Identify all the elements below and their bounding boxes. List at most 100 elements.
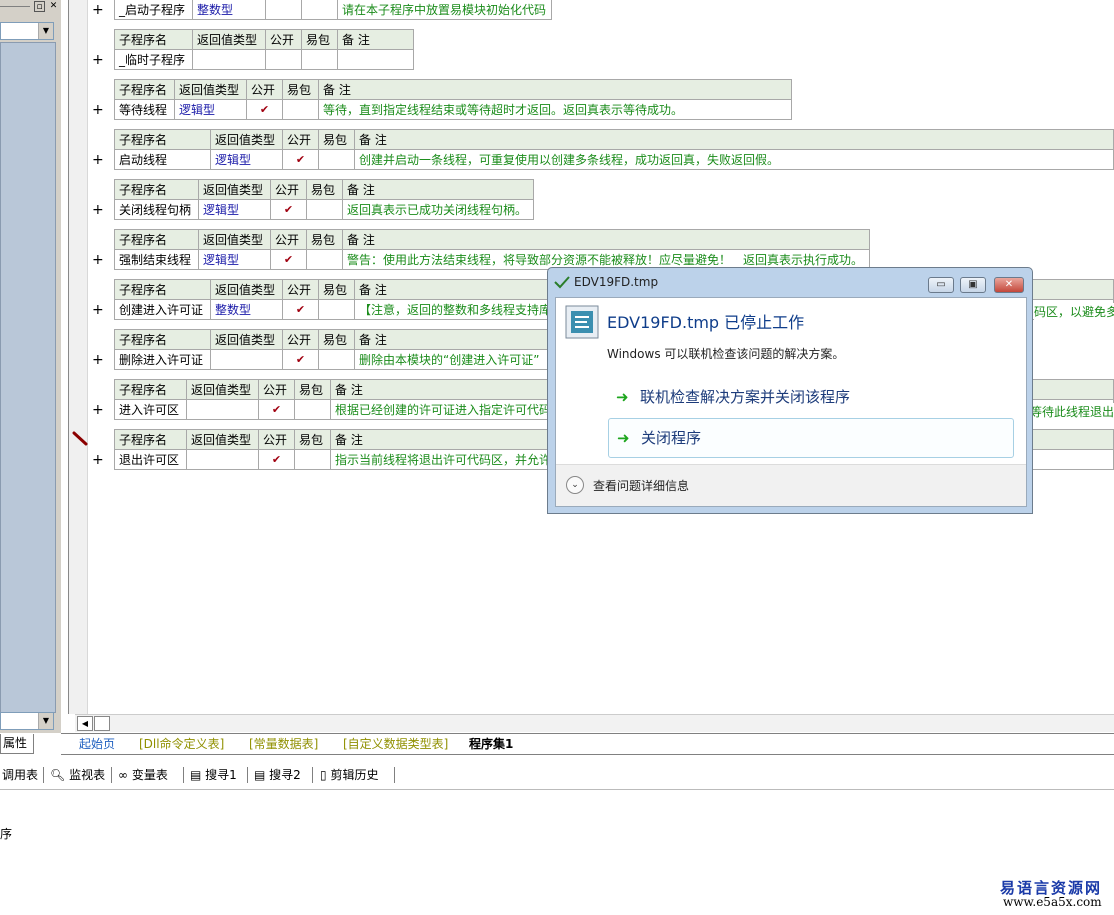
- expand-icon[interactable]: +: [92, 103, 104, 117]
- close-icon[interactable]: ✕: [48, 1, 59, 12]
- pkg-cell[interactable]: [318, 349, 355, 370]
- tab-constants[interactable]: [常量数据表]: [243, 736, 324, 754]
- sub-name[interactable]: 删除进入许可证: [114, 349, 211, 370]
- expand-icon[interactable]: +: [92, 53, 104, 67]
- expand-icon[interactable]: +: [92, 253, 104, 267]
- horizontal-scrollbar[interactable]: ◀: [75, 714, 1114, 732]
- details-link[interactable]: 查看问题详细信息: [593, 477, 689, 494]
- public-check-icon[interactable]: ✔: [282, 149, 319, 170]
- pkg-cell[interactable]: [318, 299, 355, 320]
- table-row[interactable]: 删除进入许可证 ✔ 删除由本模块的“创建进入许可证”: [114, 349, 554, 370]
- sub-name[interactable]: 等待线程: [114, 99, 175, 120]
- table-row[interactable]: 关闭线程句柄 逻辑型 ✔ 返回真表示已成功关闭线程句柄。: [114, 199, 534, 220]
- sub-name[interactable]: _启动子程序: [114, 0, 193, 20]
- public-check-icon[interactable]: ✔: [270, 249, 307, 270]
- note-cell[interactable]: 返回真表示已成功关闭线程句柄。: [342, 199, 534, 220]
- pkg-cell[interactable]: [306, 199, 343, 220]
- close-program-option[interactable]: ➜ 关闭程序: [608, 418, 1014, 458]
- expand-icon[interactable]: +: [92, 153, 104, 167]
- pkg-cell[interactable]: [282, 99, 319, 120]
- tab-dll[interactable]: [Dll命令定义表]: [133, 736, 230, 754]
- sub-name[interactable]: 启动线程: [114, 149, 211, 170]
- expand-icon[interactable]: +: [92, 3, 104, 17]
- scroll-left-icon[interactable]: ◀: [77, 716, 93, 731]
- expand-icon[interactable]: +: [92, 303, 104, 317]
- check-online-option[interactable]: ➜ 联机检查解决方案并关闭该程序: [608, 378, 1014, 418]
- return-type[interactable]: 逻辑型: [210, 149, 283, 170]
- chevron-down-icon[interactable]: ⌄: [566, 476, 584, 494]
- return-type[interactable]: 逻辑型: [198, 249, 271, 270]
- watch-table-button[interactable]: 🔍︎ 监视表: [50, 766, 105, 784]
- return-type[interactable]: 整数型: [192, 0, 266, 20]
- sub-name[interactable]: 创建进入许可证: [114, 299, 211, 320]
- minimize-button[interactable]: ▭: [928, 277, 954, 293]
- sub-name[interactable]: 退出许可区: [114, 449, 187, 470]
- expand-icon[interactable]: +: [92, 453, 104, 467]
- expand-icon[interactable]: +: [92, 403, 104, 417]
- public-cell[interactable]: [265, 49, 302, 70]
- col-header: 备 注: [354, 329, 554, 350]
- clip-history-button[interactable]: ▯ 剪辑历史: [320, 766, 378, 784]
- search1-button[interactable]: ▤ 搜寻1: [190, 766, 237, 784]
- maximize-button[interactable]: ▣: [960, 277, 986, 293]
- note-cell[interactable]: [337, 49, 414, 70]
- return-type[interactable]: 整数型: [210, 299, 283, 320]
- table-row[interactable]: 等待线程 逻辑型 ✔ 等待，直到指定线程结束或等待超时才返回。返回真表示等待成功…: [114, 99, 792, 120]
- note-cell[interactable]: 创建并启动一条线程，可重复使用以创建多条线程，成功返回真，失败返回假。: [354, 149, 1114, 170]
- return-type[interactable]: 逻辑型: [174, 99, 247, 120]
- table-row[interactable]: _启动子程序 整数型 请在本子程序中放置易模块初始化代码: [114, 0, 552, 20]
- sub-name[interactable]: 关闭线程句柄: [114, 199, 199, 220]
- search2-button[interactable]: ▤ 搜寻2: [254, 766, 301, 784]
- public-check-icon[interactable]: ✔: [258, 399, 295, 420]
- pkg-cell[interactable]: [318, 149, 355, 170]
- tab-datatypes[interactable]: [自定义数据类型表]: [337, 736, 454, 754]
- note-cell[interactable]: 请在本子程序中放置易模块初始化代码: [337, 0, 552, 20]
- maximize-icon: ▣: [968, 279, 978, 290]
- col-header: 公开: [265, 29, 302, 50]
- return-type[interactable]: [192, 49, 266, 70]
- call-table-button[interactable]: 调用表: [2, 766, 38, 784]
- object-combo[interactable]: ▼: [0, 22, 54, 40]
- sub-name[interactable]: 进入许可区: [114, 399, 187, 420]
- col-header: 返回值类型: [186, 429, 259, 450]
- public-check-icon[interactable]: ✔: [270, 199, 307, 220]
- pkg-cell[interactable]: [306, 249, 343, 270]
- sub-name[interactable]: _临时子程序: [114, 49, 193, 70]
- pkg-cell[interactable]: [301, 0, 338, 20]
- public-check-icon[interactable]: ✔: [282, 349, 319, 370]
- tab-program-set[interactable]: 程序集1: [463, 736, 519, 754]
- sub-name[interactable]: 强制结束线程: [114, 249, 199, 270]
- variable-table-button[interactable]: ∞ 变量表: [118, 766, 168, 784]
- restore-icon[interactable]: ▫: [34, 1, 45, 12]
- note-cell[interactable]: 删除由本模块的“创建进入许可证”: [354, 349, 554, 370]
- note-cell[interactable]: 等待，直到指定线程结束或等待超时才返回。返回真表示等待成功。: [318, 99, 792, 120]
- close-button[interactable]: ✕: [994, 277, 1024, 293]
- public-check-icon[interactable]: ✔: [258, 449, 295, 470]
- return-type[interactable]: 逻辑型: [198, 199, 271, 220]
- chevron-down-icon[interactable]: ▼: [38, 713, 53, 729]
- public-cell[interactable]: [265, 0, 302, 20]
- pkg-cell[interactable]: [301, 49, 338, 70]
- tab-start[interactable]: 起始页: [73, 736, 121, 754]
- expand-icon[interactable]: +: [92, 353, 104, 367]
- return-type[interactable]: [210, 349, 283, 370]
- return-type[interactable]: [186, 449, 259, 470]
- sub-table: _启动子程序 整数型 请在本子程序中放置易模块初始化代码: [114, 0, 552, 20]
- expand-icon[interactable]: +: [92, 203, 104, 217]
- return-type[interactable]: [186, 399, 259, 420]
- table-row[interactable]: 启动线程 逻辑型 ✔ 创建并启动一条线程，可重复使用以创建多条线程，成功返回真，…: [114, 149, 1114, 170]
- property-list[interactable]: [0, 42, 56, 713]
- chevron-down-icon[interactable]: ▼: [38, 23, 53, 39]
- pkg-cell[interactable]: [294, 449, 331, 470]
- tab-properties[interactable]: 属性: [0, 734, 34, 754]
- clip-history-label: 剪辑历史: [330, 768, 379, 782]
- magnifier-icon: 🔍︎: [50, 768, 66, 782]
- bottom-combo[interactable]: ▼: [0, 712, 54, 730]
- scroll-thumb[interactable]: [94, 716, 110, 731]
- pkg-cell[interactable]: [294, 399, 331, 420]
- col-header: 返回值类型: [186, 379, 259, 400]
- dialog-titlebar[interactable]: EDV19FD.tmp: [554, 273, 658, 291]
- public-check-icon[interactable]: ✔: [246, 99, 283, 120]
- table-row[interactable]: _临时子程序: [114, 49, 414, 70]
- public-check-icon[interactable]: ✔: [282, 299, 319, 320]
